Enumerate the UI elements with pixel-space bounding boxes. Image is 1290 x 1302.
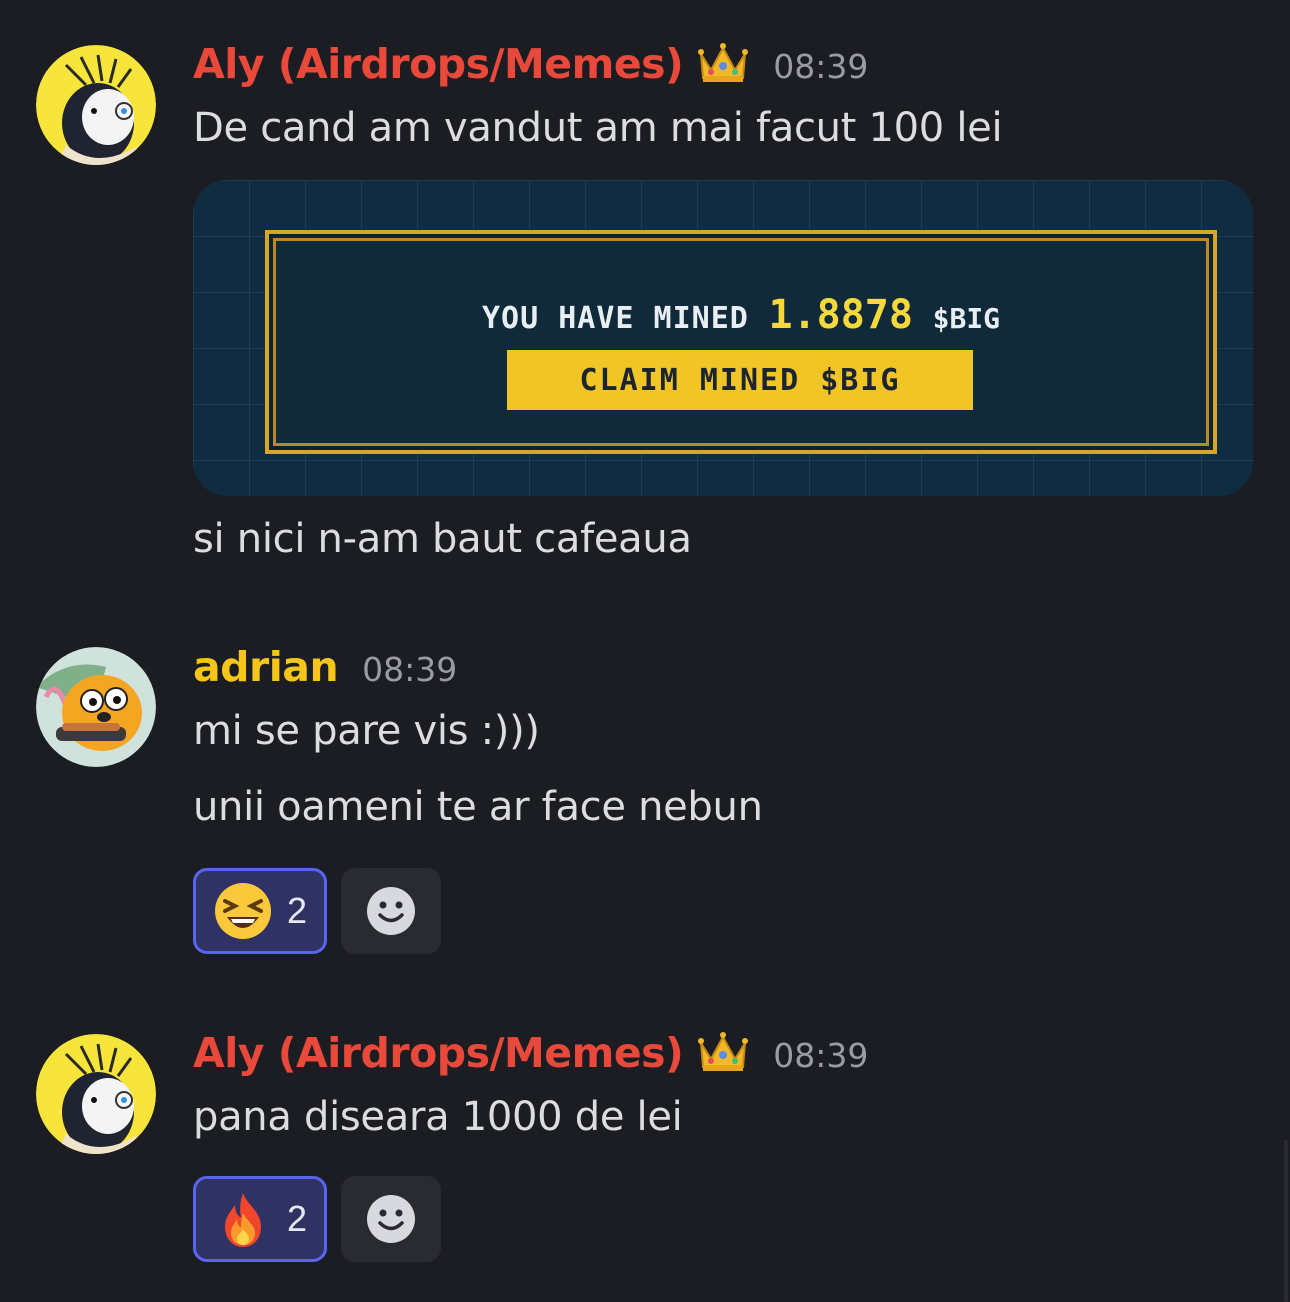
username[interactable]: Aly (Airdrops/Memes): [193, 40, 684, 88]
reaction-count: 2: [286, 890, 308, 931]
crown-icon: [697, 1029, 749, 1077]
mined-unit: $BIG: [932, 302, 1001, 335]
reaction-laughing[interactable]: 2: [193, 868, 327, 954]
add-reaction-button[interactable]: [341, 868, 441, 954]
timestamp: 08:39: [362, 650, 458, 689]
reaction-fire[interactable]: 2: [193, 1176, 327, 1262]
scrollbar-thumb[interactable]: [1284, 1140, 1288, 1302]
username[interactable]: adrian: [193, 643, 339, 691]
message-text: De cand am vandut am mai facut 100 lei: [193, 105, 1003, 151]
mined-value: 1.8878: [768, 292, 913, 338]
claim-button: CLAIM MINED $BIG: [507, 350, 973, 410]
add-reaction-button[interactable]: [341, 1176, 441, 1262]
mined-label: YOU HAVE MINED: [481, 301, 749, 336]
dog-avatar-icon: [36, 647, 156, 767]
mined-line: YOU HAVE MINED 1.8878 $BIG: [269, 292, 1213, 338]
message-header: Aly (Airdrops/Memes) 08:39: [193, 1029, 868, 1077]
message-text: mi se pare vis :))): [193, 708, 540, 754]
message-header: Aly (Airdrops/Memes) 08:39: [193, 40, 868, 88]
reaction-count: 2: [286, 1198, 308, 1239]
penguin-avatar-icon: [36, 45, 156, 165]
message-header: adrian 08:39: [193, 643, 457, 691]
smiley-add-icon: [367, 1195, 415, 1243]
fire-emoji-icon: [224, 1193, 261, 1247]
reactions-row: 2: [193, 868, 441, 954]
image-embed[interactable]: YOU HAVE MINED 1.8878 $BIG CLAIM MINED $…: [193, 180, 1253, 496]
avatar-aly[interactable]: [36, 45, 156, 165]
mined-panel: YOU HAVE MINED 1.8878 $BIG CLAIM MINED $…: [265, 230, 1217, 454]
reactions-row: 2: [193, 1176, 441, 1262]
timestamp: 08:39: [773, 1036, 869, 1075]
message-text: pana diseara 1000 de lei: [193, 1094, 683, 1140]
username[interactable]: Aly (Airdrops/Memes): [193, 1029, 684, 1077]
message-text: unii oameni te ar face nebun: [193, 784, 763, 830]
timestamp: 08:39: [773, 47, 869, 86]
laughing-emoji-icon: [214, 883, 271, 939]
avatar-adrian[interactable]: [36, 647, 156, 767]
message-text: si nici n-am baut cafeaua: [193, 516, 692, 562]
crown-icon: [697, 40, 749, 88]
penguin-avatar-icon: [36, 1034, 156, 1154]
avatar-aly[interactable]: [36, 1034, 156, 1154]
smiley-add-icon: [367, 887, 415, 935]
